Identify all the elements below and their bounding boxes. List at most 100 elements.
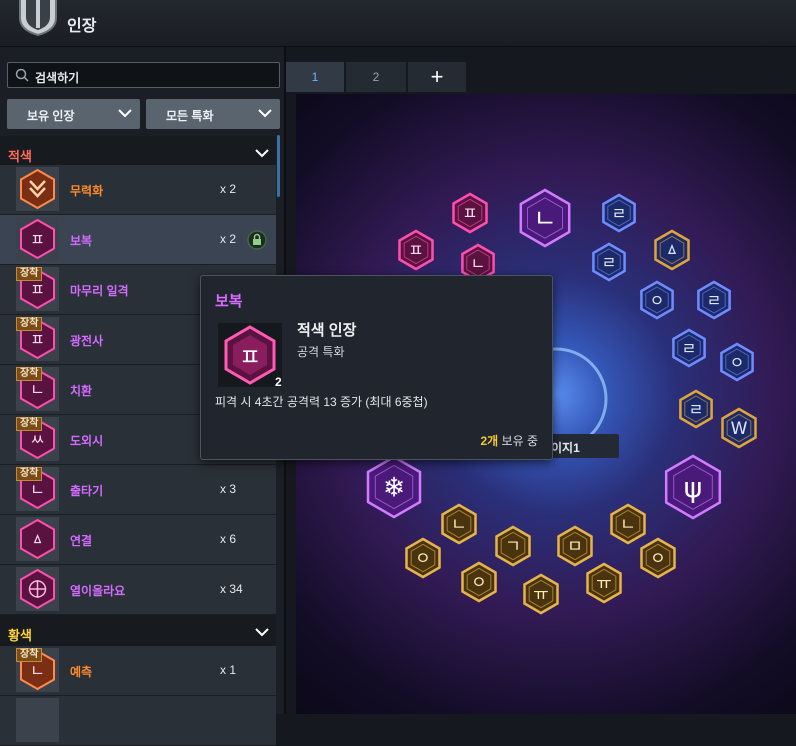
search-icon [15, 68, 29, 82]
sigil-list-item[interactable] [0, 696, 276, 746]
svg-text:ㅆ: ㅆ [30, 430, 45, 449]
board-sigil-slot[interactable]: ㄹ [602, 193, 636, 233]
sigil-count: x 3 [220, 482, 237, 496]
svg-text:ㅍ: ㅍ [30, 280, 45, 299]
board-sigil-glyph: ㅇ [415, 549, 431, 569]
board-sigil-glyph: W [731, 419, 748, 439]
sigil-icon: ㅿ [16, 517, 59, 561]
owned-filter-dropdown[interactable]: 보유 인장 [7, 99, 140, 129]
equipped-badge: 장착 [16, 267, 43, 281]
spec-filter-label: 모든 특화 [166, 109, 214, 123]
page-name-label: 이지1 [551, 441, 580, 455]
owned-suffix: 보유 중 [498, 434, 538, 448]
tooltip-sigil-icon: ㅍ [218, 323, 282, 387]
lock-icon[interactable] [247, 230, 267, 250]
sigil-icon: ㅍ [16, 217, 59, 261]
board-sigil-glyph: ㅠ [596, 574, 612, 594]
chevron-down-icon [258, 109, 272, 118]
svg-text:ㅍ: ㅍ [30, 230, 45, 249]
equipped-badge: 장착 [16, 367, 43, 381]
board-sigil-glyph: ㄹ [707, 291, 722, 310]
sigil-count: x 34 [220, 582, 243, 596]
board-sigil-glyph: ㄴ [451, 515, 467, 535]
sigil-list-item[interactable]: ㄴ 장착 예측 x 1 [0, 646, 276, 696]
sigil-name: 도외시 [70, 434, 104, 448]
board-sigil-glyph: ㄴ [471, 254, 486, 273]
sigil-name: 광전사 [70, 334, 104, 348]
owned-count: 2개 [480, 434, 499, 448]
chevron-down-icon [255, 628, 269, 637]
add-tab-label: + [430, 64, 444, 89]
svg-text:ㄴ: ㄴ [30, 380, 45, 399]
board-sigil-slot[interactable]: ㅠ [523, 573, 559, 615]
list-scrollbar[interactable] [277, 135, 280, 197]
sigil-list-item[interactable]: ㄴ 장착 출타기 x 3 [0, 465, 276, 515]
add-tab-button[interactable]: + [408, 62, 466, 92]
board-sigil-glyph: ㅇ [471, 573, 487, 593]
board-sigil-slot[interactable]: ㄴ [610, 503, 646, 545]
board-sigil-glyph: ㅁ [567, 537, 583, 557]
section-header-1[interactable]: 황색 [0, 615, 276, 650]
spec-filter-dropdown[interactable]: 모든 특화 [146, 99, 280, 129]
svg-text:ㅍ: ㅍ [239, 343, 261, 371]
board-sigil-slot[interactable]: ㄴ [441, 503, 477, 545]
sigil-name: 열이올라요 [70, 584, 126, 598]
sigil-count: x 1 [220, 663, 237, 677]
board-sigil-slot[interactable]: ㄹ [697, 280, 731, 320]
board-sigil-slot[interactable]: ψ [664, 454, 722, 520]
board-sigil-slot[interactable]: ㄹ [672, 328, 706, 368]
sigil-name: 무력화 [70, 184, 104, 198]
chevron-down-icon [255, 149, 269, 158]
board-sigil-slot[interactable]: ㄹ [592, 242, 626, 282]
chevron-down-icon [118, 109, 132, 118]
board-sigil-slot[interactable]: ㅁ [557, 525, 593, 567]
svg-text:ㅍ: ㅍ [30, 330, 45, 349]
page-name-badge: 이지1 [543, 434, 619, 458]
board-sigil-glyph: ㄴ [533, 204, 556, 233]
board-sigil-slot[interactable]: ㅇ [640, 537, 676, 579]
tab-1[interactable]: 1 [286, 62, 344, 92]
sigil-name: 치환 [70, 384, 93, 398]
board-sigil-glyph: ㅇ [730, 353, 745, 372]
board-sigil-slot[interactable]: ㅍ [398, 229, 434, 271]
board-sigil-glyph: ㅇ [650, 291, 665, 310]
board-sigil-slot[interactable]: ㅿ [654, 229, 690, 271]
board-sigil-slot[interactable]: ㅍ [452, 192, 488, 234]
sigil-list-item[interactable]: ㅍ 보복 x 2 [0, 215, 276, 265]
page-title: 인장 [67, 18, 97, 35]
board-sigil-slot[interactable]: ❄ [366, 455, 422, 519]
board-sigil-slot[interactable]: ㄴ [519, 188, 571, 248]
board-sigil-slot[interactable]: ㅇ [405, 537, 441, 579]
sigil-tooltip: 보복 ㅍ 2 적색 인장 공격 특화 피격 시 4초간 공격력 13 증가 (최… [200, 275, 553, 460]
board-sigil-slot[interactable]: ㅠ [586, 562, 622, 604]
board-sigil-slot[interactable]: ㅇ [720, 342, 754, 382]
board-sigil-slot[interactable]: W [721, 407, 757, 449]
board-sigil-slot[interactable]: ㅇ [640, 280, 674, 320]
sigil-count: x 2 [220, 182, 237, 196]
section-title: 적색 [8, 149, 32, 164]
board-sigil-glyph: ㅍ [462, 204, 478, 224]
sigil-name: 마무리 일격 [70, 284, 129, 298]
equipped-badge: 장착 [16, 317, 43, 331]
sigil-count: x 2 [220, 232, 237, 246]
sigil-name: 출타기 [70, 484, 104, 498]
board-sigil-glyph: ㅿ [664, 241, 680, 261]
board-sigil-slot[interactable]: ㄱ [495, 525, 531, 567]
search-input[interactable]: 검색하기 [7, 62, 280, 88]
sigil-list-item[interactable]: 무력화 x 2 [0, 165, 276, 215]
shield-logo-icon [19, 0, 57, 36]
board-sigil-slot[interactable]: ㄹ [679, 389, 713, 429]
sigil-list-item[interactable]: ㅿ 연결 x 6 [0, 515, 276, 565]
tab-2[interactable]: 2 [346, 62, 406, 92]
tooltip-description: 피격 시 4초간 공격력 13 증가 (최대 6중첩) [215, 395, 428, 409]
equipped-badge: 장착 [16, 648, 43, 662]
board-sigil-slot[interactable]: ㅇ [461, 561, 497, 603]
equipped-badge: 장착 [16, 467, 43, 481]
board-sigil-glyph: ㄹ [682, 339, 697, 358]
board-sigil-glyph: ❄ [383, 473, 406, 504]
board-sigil-glyph: ㅇ [650, 549, 666, 569]
sigil-name: 연결 [70, 534, 93, 548]
section-title: 황색 [8, 628, 32, 643]
sigil-name: 보복 [70, 234, 93, 248]
sigil-list-item[interactable]: 열이올라요 x 34 [0, 565, 276, 615]
